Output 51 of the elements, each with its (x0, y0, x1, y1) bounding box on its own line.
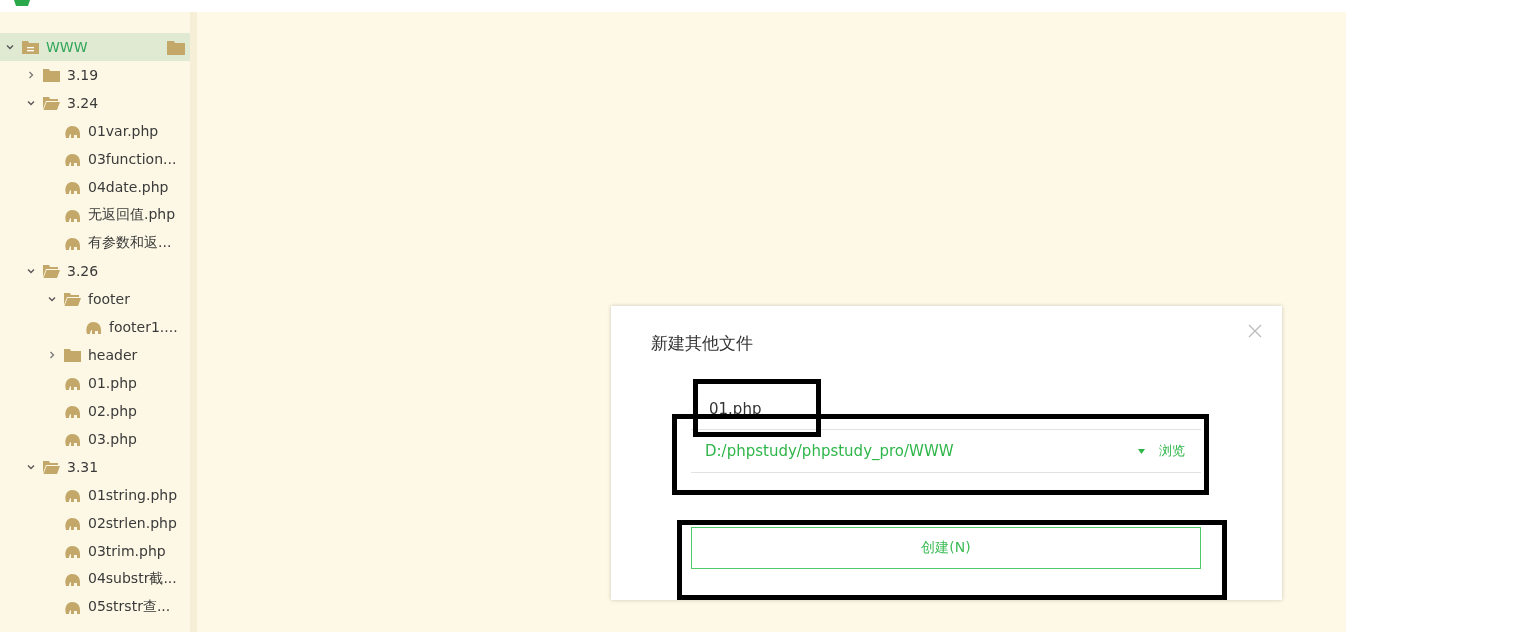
chevron-down-icon[interactable] (26, 462, 36, 472)
tree-item[interactable]: 03.php (0, 425, 190, 453)
elephant-icon (64, 124, 81, 138)
tree-item[interactable]: 03function... (0, 145, 190, 173)
chevron-down-icon[interactable] (47, 294, 57, 304)
elephant-icon (64, 600, 81, 614)
elephant-icon (64, 516, 81, 530)
chevron-down-icon[interactable] (26, 266, 36, 276)
elephant-icon (64, 544, 81, 558)
tree-item[interactable]: 3.26 (0, 257, 190, 285)
open-folder-icon (43, 460, 60, 474)
tree-item[interactable]: 04substr截... (0, 565, 190, 593)
elephant-icon (64, 208, 81, 222)
tree-item[interactable]: footer (0, 285, 190, 313)
tree-item[interactable]: 3.24 (0, 89, 190, 117)
open-folder-icon (64, 292, 81, 306)
tree-item[interactable]: 04date.php (0, 173, 190, 201)
dialog-title: 新建其他文件 (651, 332, 753, 355)
folder-icon (64, 348, 81, 362)
elephant-icon (64, 488, 81, 502)
tree-item[interactable]: 05strstr查... (0, 593, 190, 621)
chevron-right-icon[interactable] (47, 350, 57, 360)
tree-item[interactable]: 03trim.php (0, 537, 190, 565)
elephant-icon (64, 180, 81, 194)
folder-list-icon (22, 40, 39, 54)
tree-item[interactable]: 3.31 (0, 453, 190, 481)
folder-icon (43, 68, 60, 82)
open-folder-icon (43, 96, 60, 110)
tree-item[interactable]: footer1.... (0, 313, 190, 341)
chevron-down-icon[interactable] (26, 98, 36, 108)
tree-item[interactable]: header (0, 341, 190, 369)
elephant-icon (64, 236, 81, 250)
tree-item[interactable]: 01var.php (0, 117, 190, 145)
app-logo-icon (12, 0, 32, 6)
tree-item[interactable]: 有参数和返... (0, 229, 190, 257)
elephant-icon (85, 320, 102, 334)
tree-item[interactable]: 01.php (0, 369, 190, 397)
tree-item[interactable]: 01string.php (0, 481, 190, 509)
elephant-icon (64, 376, 81, 390)
tree-item[interactable]: 无返回值.php (0, 201, 190, 229)
tree-item[interactable]: 3.19 (0, 61, 190, 89)
tree-item[interactable]: 02.php (0, 397, 190, 425)
elephant-icon (64, 152, 81, 166)
chevron-down-icon[interactable] (5, 42, 15, 52)
elephant-icon (64, 432, 81, 446)
tree-item[interactable]: 02strlen.php (0, 509, 190, 537)
chevron-right-icon[interactable] (26, 70, 36, 80)
open-folder-icon (43, 264, 60, 278)
elephant-icon (64, 404, 81, 418)
elephant-icon (64, 572, 81, 586)
dropdown-caret-icon[interactable] (1138, 448, 1145, 454)
